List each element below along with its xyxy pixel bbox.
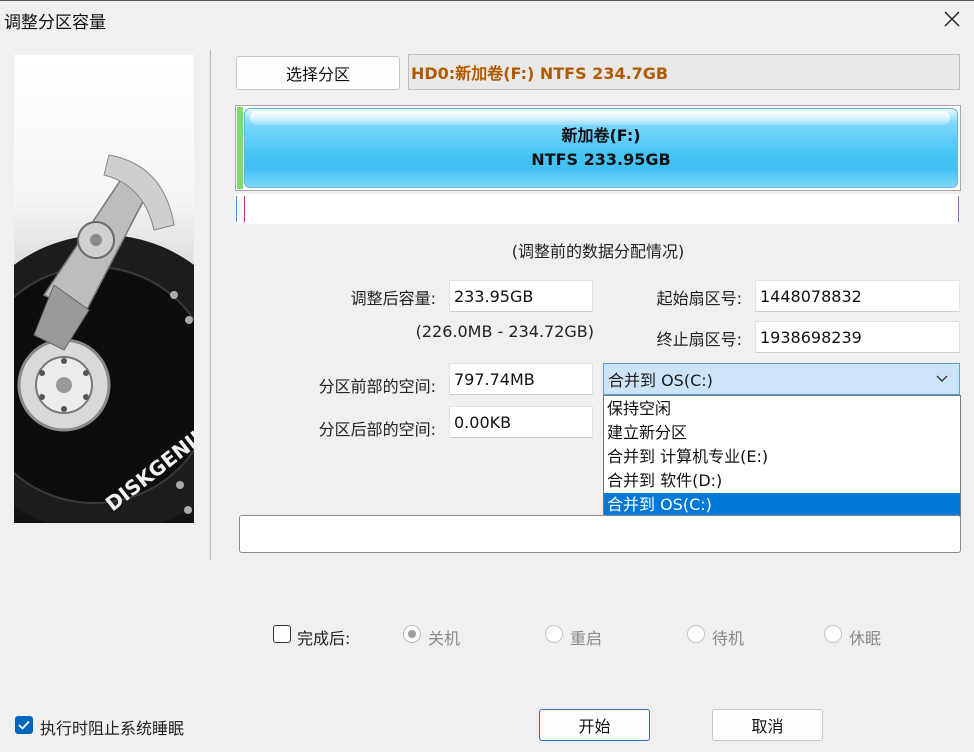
radio-standby[interactable] [687,625,705,643]
vertical-separator [210,50,211,560]
space-before-combo[interactable]: 合并到 OS(C:) [603,363,960,395]
radio-shutdown-label: 关机 [428,629,461,648]
mini-map-start-marker [236,196,237,222]
after-completion-label: 完成后: [297,629,351,648]
new-size-input[interactable]: 233.95GB [449,280,593,312]
new-size-label: 调整后容量: [350,289,436,308]
partition-name: 新加卷(F:) [561,126,641,145]
disk-info-display: HD0:新加卷(F:) NTFS 234.7GB [408,54,960,90]
radio-restart-label: 重启 [570,629,603,648]
close-icon [944,11,960,27]
prevent-sleep-label: 执行时阻止系统睡眠 [40,719,185,738]
partition-detail: NTFS 233.95GB [531,150,671,169]
radio-restart[interactable] [545,625,563,643]
cancel-button[interactable]: 取消 [712,709,823,741]
close-button[interactable] [936,4,968,34]
partition-mini-map [235,194,959,224]
prevent-sleep-checkbox[interactable] [15,716,33,734]
space-after-input[interactable]: 0.00KB [449,406,593,438]
chevron-down-icon [936,375,948,382]
dropdown-option-new-partition[interactable]: 建立新分区 [604,421,960,445]
distribution-caption: (调整前的数据分配情况) [511,242,685,261]
radio-standby-label: 待机 [712,629,745,648]
radio-hibernate[interactable] [824,625,842,643]
end-sector-label: 终止扇区号: [656,330,742,349]
dropdown-option-keep-free[interactable]: 保持空闲 [604,397,960,421]
select-partition-button[interactable]: 选择分区 [236,56,400,90]
combo-selected-value: 合并到 OS(C:) [608,371,713,390]
dropdown-option-merge-c[interactable]: 合并到 OS(C:) [604,493,960,517]
space-after-label: 分区后部的空间: [318,420,436,439]
start-sector-field[interactable]: 1448078832 [755,280,960,312]
hard-disk-image: DISKGENIUS [14,55,194,523]
operation-text-box[interactable] [239,515,961,553]
title-bar [0,0,974,38]
checkmark-icon [18,720,30,730]
dropdown-option-merge-e[interactable]: 合并到 计算机专业(E:) [604,445,960,469]
size-range-label: (226.0MB - 234.72GB) [415,322,594,341]
end-sector-field[interactable]: 1938698239 [755,321,960,353]
space-before-input[interactable]: 797.74MB [449,363,593,395]
radio-shutdown[interactable] [403,625,421,643]
radio-hibernate-label: 休眠 [849,629,882,648]
dropdown-option-merge-d[interactable]: 合并到 软件(D:) [604,469,960,493]
start-sector-label: 起始扇区号: [656,289,742,308]
space-before-label: 分区前部的空间: [318,377,436,396]
start-button[interactable]: 开始 [539,709,650,741]
partition-map-start-segment [237,107,243,189]
mini-map-end-marker [958,196,959,222]
after-completion-checkbox[interactable] [273,625,291,643]
partition-gloss [250,111,950,125]
hard-disk-illustration-icon: DISKGENIUS [14,154,194,523]
window-title: 调整分区容量 [4,13,106,33]
combo-dropdown-list: 保持空闲 建立新分区 合并到 计算机专业(E:) 合并到 软件(D:) 合并到 … [603,395,961,517]
mini-map-partition-marker [244,196,245,222]
